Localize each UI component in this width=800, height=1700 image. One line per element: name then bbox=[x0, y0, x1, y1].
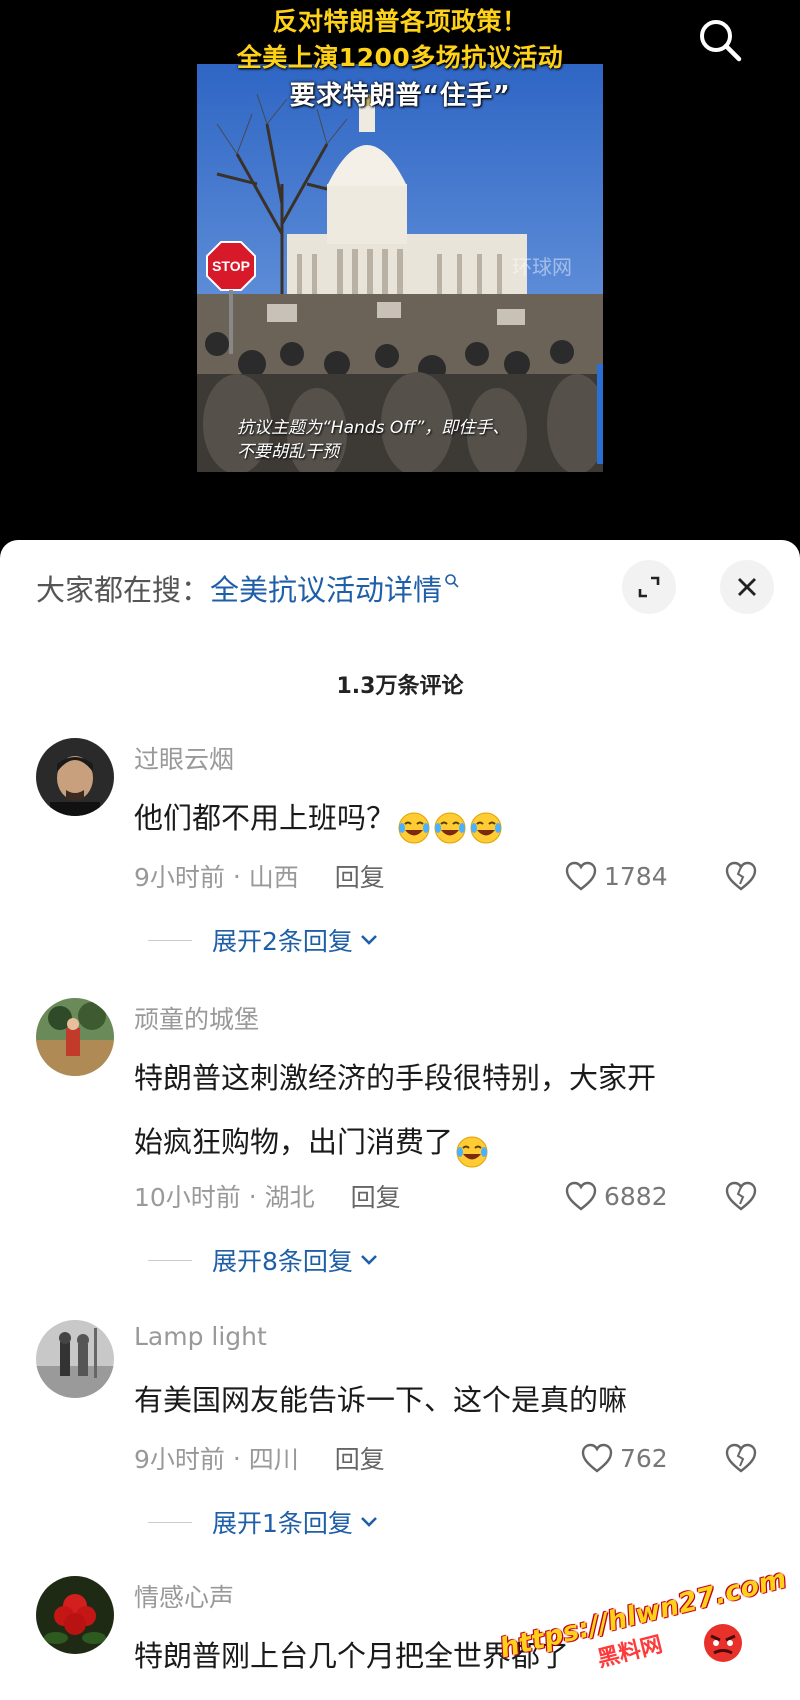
comment-meta: 9小时前 · 山西 回复 bbox=[134, 856, 385, 896]
divider-line bbox=[148, 1259, 192, 1261]
comment-meta: 10小时前 · 湖北 回复 bbox=[134, 1176, 401, 1216]
comment-time: 9小时前 bbox=[134, 863, 225, 892]
laugh-cry-emoji bbox=[397, 803, 431, 844]
comment-location: 四川 bbox=[248, 1445, 299, 1474]
expand-button[interactable] bbox=[622, 560, 676, 614]
divider-line bbox=[148, 1521, 192, 1523]
comment-username[interactable]: 过眼云烟 bbox=[134, 740, 234, 776]
comment-meta: 9小时前 · 四川 回复 bbox=[134, 1438, 385, 1478]
chevron-down-icon bbox=[359, 1515, 379, 1529]
comment-location: 湖北 bbox=[264, 1183, 315, 1212]
close-icon bbox=[738, 578, 756, 596]
video-player[interactable]: 反对特朗普各项政策！ 全美上演1200多场抗议活动 要求特朗普“住手” STOP… bbox=[0, 0, 800, 540]
angry-emoji bbox=[702, 1622, 744, 1664]
comment-username[interactable]: Lamp light bbox=[134, 1322, 267, 1351]
comment-text: 他们都不用上班吗？ bbox=[134, 786, 754, 850]
expand-replies[interactable]: 展开2条回复 bbox=[148, 920, 379, 960]
expand-replies-label: 展开2条回复 bbox=[212, 927, 353, 956]
comment-body-line-2: 始疯狂购物，出门消费了 bbox=[134, 1125, 454, 1159]
comment-time: 9小时前 bbox=[134, 1445, 225, 1474]
avatar[interactable] bbox=[36, 1576, 114, 1654]
laugh-cry-emoji bbox=[433, 803, 467, 844]
comment-body-line-1: 特朗普这刺激经济的手段很特别，大家开 bbox=[134, 1061, 657, 1095]
like-button[interactable]: 762 bbox=[580, 1438, 668, 1478]
like-button[interactable]: 1784 bbox=[564, 856, 668, 896]
like-count: 762 bbox=[620, 1443, 668, 1473]
comment-time: 10小时前 bbox=[134, 1183, 241, 1212]
like-count: 6882 bbox=[604, 1181, 668, 1211]
avatar[interactable] bbox=[36, 738, 114, 816]
comment-username[interactable]: 顽童的城堡 bbox=[134, 1000, 259, 1036]
expand-replies-label: 展开1条回复 bbox=[212, 1509, 353, 1538]
dislike-button[interactable] bbox=[722, 1438, 760, 1478]
source-watermark: 环球网 bbox=[512, 255, 572, 279]
comment-location: 山西 bbox=[248, 863, 299, 892]
headline-line-3: 要求特朗普“住手” bbox=[289, 81, 511, 111]
comment-item: Lamp light 有美国网友能告诉一下、这个是真的嘛 9小时前 · 四川 回… bbox=[0, 1320, 800, 1570]
like-count: 1784 bbox=[604, 861, 668, 891]
broken-heart-icon bbox=[725, 861, 757, 891]
reply-button[interactable]: 回复 bbox=[335, 858, 385, 894]
protest-scene-image: STOP 环球网 bbox=[197, 64, 603, 472]
video-thumbnail[interactable]: STOP 环球网 抗议主题为“Hands Off”，即住手、 不要胡乱干预 bbox=[197, 64, 603, 472]
trending-label: 大家都在搜： bbox=[36, 573, 211, 607]
comments-sheet: 大家都在搜： 全美抗议活动详情 1.3万条评论 过眼云烟 他们都不用上班吗？ 9… bbox=[0, 540, 800, 1700]
close-button[interactable] bbox=[720, 560, 774, 614]
avatar[interactable] bbox=[36, 998, 114, 1076]
heart-icon bbox=[565, 861, 597, 891]
expand-replies[interactable]: 展开1条回复 bbox=[148, 1502, 379, 1542]
heart-icon bbox=[581, 1443, 613, 1473]
expand-icon bbox=[638, 576, 660, 598]
comment-count: 1.3万条评论 bbox=[336, 674, 464, 699]
heart-icon bbox=[565, 1181, 597, 1211]
avatar[interactable] bbox=[36, 1320, 114, 1398]
chevron-down-icon bbox=[359, 933, 379, 947]
chevron-down-icon bbox=[359, 1253, 379, 1267]
laugh-cry-emoji bbox=[469, 803, 503, 844]
search-small-icon bbox=[444, 573, 460, 589]
comment-item: 过眼云烟 他们都不用上班吗？ 9小时前 · 山西 回复 1784 展开2条回复 bbox=[0, 738, 800, 988]
divider-line bbox=[148, 939, 192, 941]
like-button[interactable]: 6882 bbox=[564, 1176, 668, 1216]
headline-line-1: 反对特朗普各项政策！ bbox=[272, 7, 528, 36]
reply-button[interactable]: 回复 bbox=[351, 1178, 401, 1214]
video-headline: 反对特朗普各项政策！ 全美上演1200多场抗议活动 要求特朗普“住手” bbox=[150, 4, 650, 114]
comment-text: 特朗普这刺激经济的手段很特别，大家开 始疯狂购物，出门消费了 bbox=[134, 1046, 754, 1174]
video-caption: 抗议主题为“Hands Off”，即住手、 不要胡乱干预 bbox=[237, 416, 577, 464]
search-button[interactable] bbox=[690, 10, 750, 70]
headline-line-2: 全美上演1200多场抗议活动 bbox=[236, 43, 564, 72]
trending-query-link[interactable]: 全美抗议活动详情 bbox=[210, 567, 442, 609]
dislike-button[interactable] bbox=[722, 1176, 760, 1216]
comment-item: 顽童的城堡 特朗普这刺激经济的手段很特别，大家开 始疯狂购物，出门消费了 10小… bbox=[0, 998, 800, 1278]
caption-line-2: 不要胡乱干预 bbox=[237, 442, 339, 462]
caption-line-1: 抗议主题为“Hands Off”，即住手、 bbox=[237, 418, 510, 438]
dislike-button[interactable] bbox=[722, 856, 760, 896]
comment-body: 有美国网友能告诉一下、这个是真的嘛 bbox=[134, 1383, 628, 1417]
comment-username[interactable]: 情感心声 bbox=[134, 1578, 234, 1614]
broken-heart-icon bbox=[725, 1181, 757, 1211]
expand-replies-label: 展开8条回复 bbox=[212, 1247, 353, 1276]
laugh-cry-emoji bbox=[455, 1127, 489, 1168]
search-icon bbox=[700, 20, 742, 62]
svg-text:STOP: STOP bbox=[212, 258, 250, 274]
trending-search-bar: 大家都在搜： 全美抗议活动详情 bbox=[36, 568, 460, 608]
comment-body: 特朗普刚上台几个月把全世界都 bbox=[134, 1639, 541, 1673]
comment-body: 他们都不用上班吗？ bbox=[134, 801, 396, 835]
broken-heart-icon bbox=[725, 1443, 757, 1473]
expand-replies[interactable]: 展开8条回复 bbox=[148, 1240, 379, 1280]
comment-text: 有美国网友能告诉一下、这个是真的嘛 bbox=[134, 1368, 754, 1432]
reply-button[interactable]: 回复 bbox=[335, 1440, 385, 1476]
